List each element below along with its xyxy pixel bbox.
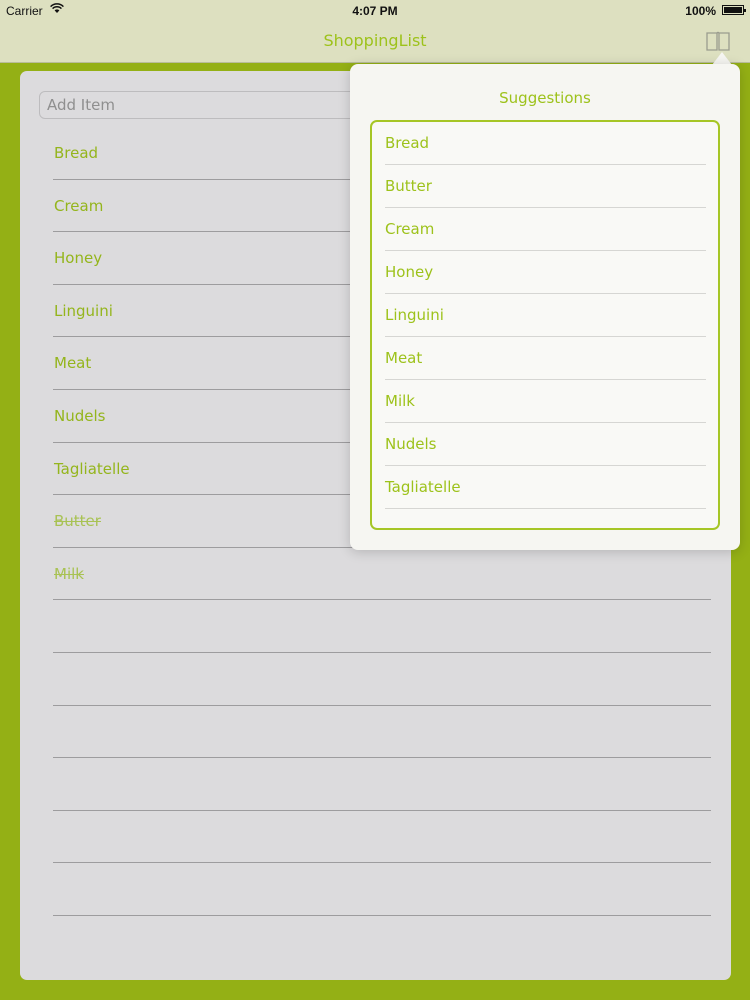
suggestion-item[interactable]: Butter [385, 165, 706, 208]
suggestion-item[interactable]: Cream [385, 208, 706, 251]
suggestion-item[interactable]: Tagliatelle [385, 466, 706, 509]
list-item-completed[interactable]: Milk [53, 548, 711, 601]
list-item-label: Tagliatelle [54, 459, 130, 478]
empty-row [53, 811, 711, 864]
page-title: ShoppingList [323, 31, 427, 50]
list-item-label: Bread [54, 144, 99, 162]
list-item-label: Butter [54, 512, 101, 531]
empty-row [53, 653, 711, 706]
empty-row [53, 600, 711, 653]
list-item-label: Honey [54, 249, 103, 268]
suggestion-item[interactable]: Linguini [385, 294, 706, 337]
suggestion-item[interactable]: Bread [385, 122, 706, 165]
suggestions-popover: Suggestions Bread Butter Cream Honey Lin… [350, 64, 740, 550]
battery-icon [722, 5, 746, 15]
empty-row [53, 706, 711, 759]
empty-row [53, 863, 711, 916]
suggestion-item[interactable]: Nudels [385, 423, 706, 466]
book-icon [706, 31, 730, 51]
list-item-label: Linguini [54, 301, 113, 320]
suggestions-list: Bread Butter Cream Honey Linguini Meat M… [385, 122, 706, 509]
list-item-label: Meat [54, 354, 92, 373]
suggestion-item[interactable]: Milk [385, 380, 706, 423]
suggestion-item[interactable]: Honey [385, 251, 706, 294]
list-item-label: Milk [54, 564, 84, 583]
list-item-label: Nudels [54, 406, 106, 425]
clock-time: 4:07 PM [352, 4, 398, 18]
empty-row [53, 758, 711, 811]
battery-percent: 100% [685, 4, 716, 18]
suggestion-item[interactable]: Meat [385, 337, 706, 380]
navigation-bar: ShoppingList [0, 22, 750, 63]
popover-title: Suggestions [499, 89, 591, 107]
suggestions-book-button[interactable] [704, 28, 732, 54]
suggestions-list-box: Bread Butter Cream Honey Linguini Meat M… [370, 120, 720, 530]
list-item-label: Cream [54, 196, 104, 215]
status-bar: Carrier 4:07 PM 100% [0, 0, 750, 22]
